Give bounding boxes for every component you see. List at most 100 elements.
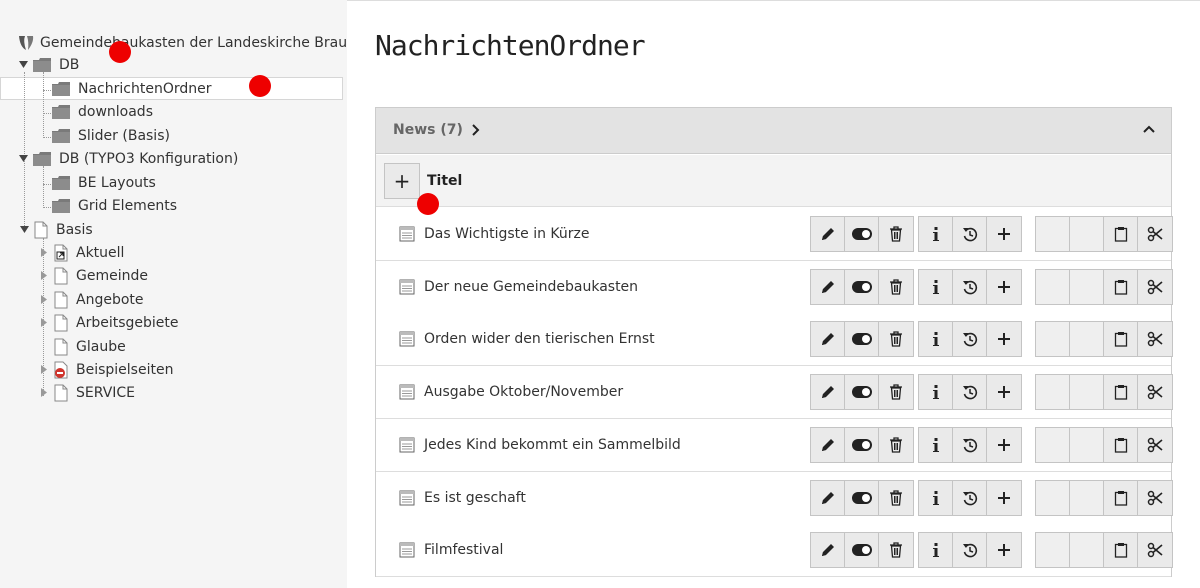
toggle-button[interactable]: [845, 427, 879, 462]
toggle-button[interactable]: [845, 533, 879, 568]
empty-button-slot: [1070, 269, 1104, 304]
tree-node[interactable]: NachrichtenOrdner: [52, 78, 211, 100]
record-title-link[interactable]: Der neue Gemeindebaukasten: [424, 279, 638, 295]
tree-root[interactable]: Gemeindebaukasten der Landeskirche Braun: [16, 31, 347, 55]
tree-node[interactable]: BE Layouts: [52, 172, 156, 194]
clipboard-button[interactable]: [1104, 217, 1138, 251]
expand-toggle-icon[interactable]: [39, 364, 49, 374]
collapse-toggle-icon[interactable]: [18, 59, 28, 69]
expand-toggle-icon[interactable]: [39, 317, 49, 327]
plus-button[interactable]: [987, 217, 1021, 251]
toggle-button[interactable]: [845, 480, 879, 515]
scissors-button[interactable]: [1138, 428, 1172, 462]
clipboard-button[interactable]: [1104, 480, 1138, 515]
collapse-toggle-icon[interactable]: [18, 153, 28, 163]
tree-node[interactable]: Slider (Basis): [52, 125, 170, 147]
clipboard-button[interactable]: [1104, 427, 1138, 462]
record-title-link[interactable]: Jedes Kind bekommt ein Sammelbild: [424, 437, 681, 453]
tree-node[interactable]: SERVICE: [54, 382, 135, 404]
expand-toggle-icon[interactable]: [39, 294, 49, 304]
trash-icon: [889, 489, 903, 506]
button-group: [918, 479, 1022, 516]
trash-button[interactable]: [879, 428, 913, 462]
info-button[interactable]: [919, 322, 953, 357]
tree-node[interactable]: Grid Elements: [52, 195, 177, 217]
plus-button[interactable]: [987, 533, 1021, 567]
history-button[interactable]: [953, 217, 987, 251]
record-title-link[interactable]: Das Wichtigste in Kürze: [424, 226, 590, 242]
plus-button[interactable]: [987, 322, 1021, 356]
history-button[interactable]: [953, 375, 987, 410]
tree-node[interactable]: Beispielseiten: [54, 359, 173, 381]
scissors-button[interactable]: [1138, 322, 1172, 356]
tree-node[interactable]: DB (TYPO3 Konfiguration): [33, 148, 238, 170]
clipboard-button[interactable]: [1104, 375, 1138, 410]
info-button[interactable]: [919, 480, 953, 515]
toggle-button[interactable]: [845, 322, 879, 357]
scissors-button[interactable]: [1138, 270, 1172, 304]
expand-toggle-icon[interactable]: [39, 247, 49, 257]
info-button[interactable]: [919, 533, 953, 568]
expand-toggle-icon[interactable]: [39, 387, 49, 397]
plus-button[interactable]: [987, 428, 1021, 462]
clipboard-button[interactable]: [1104, 269, 1138, 304]
tree-node-label: Slider (Basis): [78, 128, 170, 144]
record-title-link[interactable]: Filmfestival: [424, 542, 503, 558]
toggle-button[interactable]: [845, 269, 879, 304]
tree-node[interactable]: Glaube: [54, 336, 126, 358]
pencil-button[interactable]: [811, 533, 845, 568]
tree-node[interactable]: Gemeinde: [54, 265, 148, 287]
chevron-right-icon[interactable]: [471, 124, 481, 136]
toggle-button[interactable]: [845, 375, 879, 410]
info-button[interactable]: [919, 217, 953, 251]
tree-node[interactable]: Basis: [34, 219, 93, 241]
tree-node[interactable]: Arbeitsgebiete: [54, 312, 179, 334]
trash-button[interactable]: [879, 481, 913, 515]
trash-button[interactable]: [879, 270, 913, 304]
history-button[interactable]: [953, 533, 987, 568]
pencil-button[interactable]: [811, 375, 845, 410]
info-button[interactable]: [919, 427, 953, 462]
info-button[interactable]: [919, 375, 953, 410]
trash-button[interactable]: [879, 217, 913, 251]
tree-node[interactable]: downloads: [52, 101, 153, 123]
panel-header-title[interactable]: News (7): [393, 122, 463, 138]
panel-header[interactable]: News (7): [376, 108, 1171, 154]
history-button[interactable]: [953, 322, 987, 357]
scissors-button[interactable]: [1138, 533, 1172, 567]
empty-button-slot: [1036, 427, 1070, 462]
pencil-button[interactable]: [811, 427, 845, 462]
history-button[interactable]: [953, 427, 987, 462]
pencil-button[interactable]: [811, 217, 845, 251]
scissors-button[interactable]: [1138, 375, 1172, 409]
add-record-button[interactable]: +: [384, 163, 420, 199]
plus-button[interactable]: [987, 481, 1021, 515]
scissors-button[interactable]: [1138, 481, 1172, 515]
history-button[interactable]: [953, 480, 987, 515]
trash-button[interactable]: [879, 375, 913, 409]
button-group: [810, 532, 914, 569]
clipboard-button[interactable]: [1104, 533, 1138, 568]
record-title-link[interactable]: Es ist geschaft: [424, 490, 526, 506]
scissors-button[interactable]: [1138, 217, 1172, 251]
pencil-button[interactable]: [811, 480, 845, 515]
chevron-up-icon[interactable]: [1143, 124, 1155, 134]
toggle-button[interactable]: [845, 217, 879, 251]
trash-button[interactable]: [879, 533, 913, 567]
trash-button[interactable]: [879, 322, 913, 356]
pencil-button[interactable]: [811, 322, 845, 357]
plus-button[interactable]: [987, 375, 1021, 409]
plus-button[interactable]: [987, 270, 1021, 304]
tree-node[interactable]: DB: [33, 54, 79, 76]
expand-toggle-icon[interactable]: [39, 270, 49, 280]
info-button[interactable]: [919, 269, 953, 304]
tree-node[interactable]: Aktuell: [54, 242, 124, 264]
tree-node[interactable]: Angebote: [54, 289, 144, 311]
column-title-label[interactable]: Titel: [427, 173, 462, 189]
collapse-toggle-icon[interactable]: [19, 224, 29, 234]
record-title-link[interactable]: Orden wider den tierischen Ernst: [424, 331, 655, 347]
clipboard-button[interactable]: [1104, 322, 1138, 357]
history-button[interactable]: [953, 269, 987, 304]
pencil-button[interactable]: [811, 269, 845, 304]
record-title-link[interactable]: Ausgabe Oktober/November: [424, 384, 623, 400]
